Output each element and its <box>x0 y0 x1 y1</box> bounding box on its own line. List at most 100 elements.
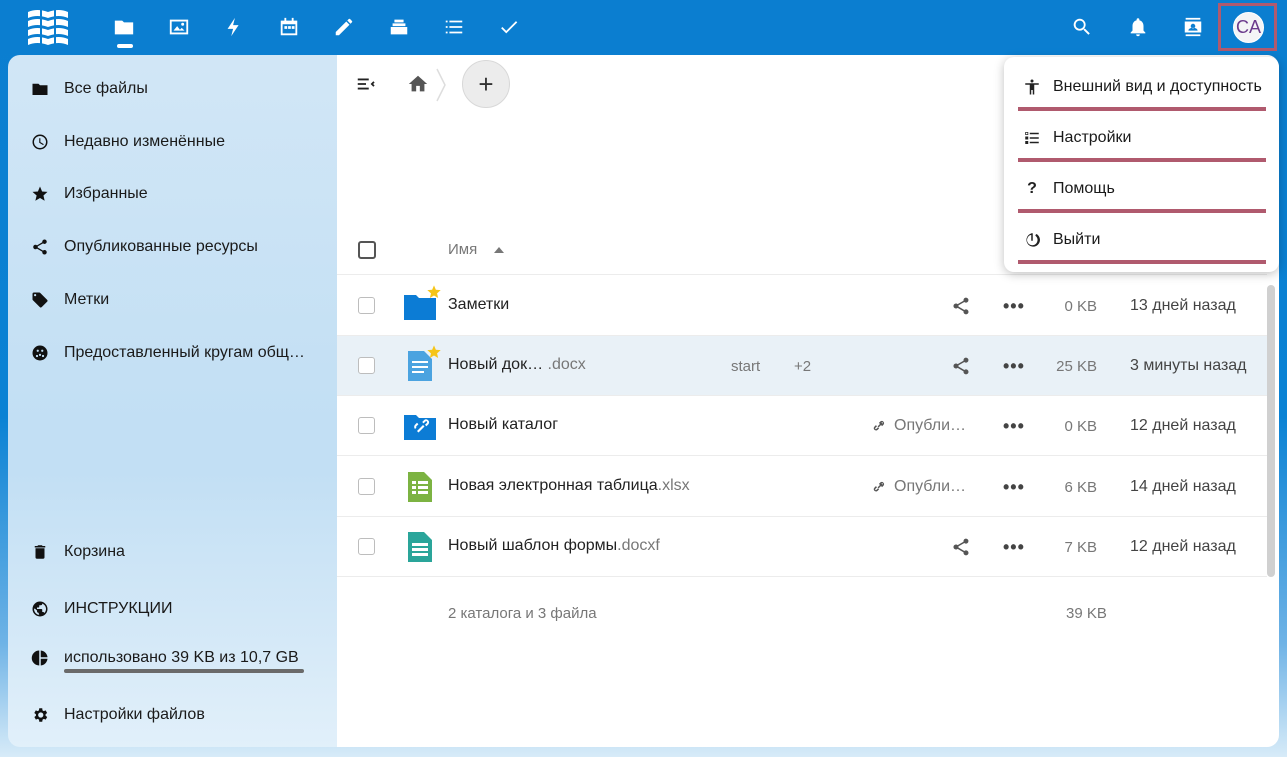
file-name[interactable]: Новый каталог <box>448 416 558 434</box>
contacts-icon[interactable] <box>1180 14 1206 40</box>
breadcrumb-separator <box>436 68 446 102</box>
public-link-share[interactable]: Опубли… <box>870 478 966 496</box>
sidebar-item-tags[interactable]: Метки <box>8 280 337 320</box>
quota-label: использовано 39 KB из 10,7 GB <box>64 649 299 666</box>
sidebar-item-recent[interactable]: Недавно изменённые <box>8 122 337 162</box>
sidebar-item-circles[interactable]: Предоставленный кругам общ… <box>8 333 337 373</box>
sort-ascending-icon <box>494 247 504 253</box>
sidebar-item-all-files[interactable]: Все файлы <box>8 69 337 109</box>
trash-icon <box>30 542 50 562</box>
tag-label[interactable]: start <box>731 358 760 375</box>
share-icon[interactable] <box>951 537 973 559</box>
sidebar-item-favorites[interactable]: Избранные <box>8 174 337 214</box>
avatar[interactable]: CA <box>1233 12 1264 43</box>
sidebar-item-label: Предоставленный кругам общ… <box>64 344 305 361</box>
deck-app-icon[interactable] <box>386 14 412 40</box>
file-name[interactable]: Новый док… .docx <box>448 356 586 374</box>
logo-icon[interactable] <box>26 8 70 50</box>
menu-item-appearance[interactable]: Внешний вид и доступность <box>1018 67 1266 111</box>
sidebar-item-shares[interactable]: Опубликованные ресурсы <box>8 227 337 267</box>
row-checkbox[interactable] <box>358 478 375 495</box>
clock-icon <box>30 132 50 152</box>
menu-item-logout[interactable]: Выйти <box>1018 220 1266 264</box>
spreadsheet-icon <box>408 472 432 502</box>
table-row[interactable]: Новая электронная таблица.xlsx Опубли… •… <box>337 457 1267 517</box>
form-template-icon <box>408 532 432 562</box>
file-size: 0 KB <box>1064 298 1097 315</box>
file-size: 0 KB <box>1064 418 1097 435</box>
avatar-highlight[interactable]: CA <box>1218 3 1277 51</box>
more-actions-icon[interactable]: ••• <box>1003 296 1025 318</box>
notes-app-icon[interactable] <box>331 14 357 40</box>
scrollbar[interactable] <box>1267 285 1275 577</box>
notifications-bell-icon[interactable] <box>1125 14 1151 40</box>
select-all-checkbox[interactable] <box>358 241 376 259</box>
sidebar-item-label: Настройки файлов <box>64 706 205 723</box>
table-row[interactable]: Новый док… .docx start +2 ••• 25 KB 3 ми… <box>337 336 1267 396</box>
new-button[interactable]: + <box>462 60 510 108</box>
accessibility-icon <box>1021 76 1043 98</box>
more-actions-icon[interactable]: ••• <box>1003 416 1025 438</box>
sidebar-item-label: Опубликованные ресурсы <box>64 238 258 255</box>
sidebar-item-label: ИНСТРУКЦИИ <box>64 600 173 617</box>
top-bar: CA <box>0 0 1287 55</box>
public-link-share[interactable]: Опубли… <box>870 417 966 435</box>
quota-progress-bar <box>64 669 304 673</box>
sidebar-item-label: Корзина <box>64 543 125 560</box>
tag-icon <box>30 290 50 310</box>
file-list-summary: 2 каталога и 3 файла <box>448 605 597 622</box>
column-name-header[interactable]: Имя <box>448 241 477 258</box>
sidebar-item-label: Избранные <box>64 185 148 202</box>
search-icon[interactable] <box>1069 14 1095 40</box>
row-checkbox[interactable] <box>358 538 375 555</box>
menu-item-settings[interactable]: Настройки <box>1018 118 1266 162</box>
sidebar-item-label: Все файлы <box>64 80 148 97</box>
menu-item-help[interactable]: ? Помощь <box>1018 169 1266 213</box>
star-icon <box>30 184 50 204</box>
table-row[interactable]: Новый шаблон формы.docxf ••• 7 KB 12 дне… <box>337 517 1267 577</box>
file-name[interactable]: Новый шаблон формы.docxf <box>448 537 660 555</box>
circles-icon <box>30 343 50 363</box>
more-actions-icon[interactable]: ••• <box>1003 477 1025 499</box>
activity-app-icon[interactable] <box>221 14 247 40</box>
more-actions-icon[interactable]: ••• <box>1003 356 1025 378</box>
settings-list-icon <box>1021 127 1043 149</box>
tasks-app-icon[interactable] <box>441 14 467 40</box>
menu-item-label: Настройки <box>1053 129 1132 146</box>
row-checkbox[interactable] <box>358 357 375 374</box>
menu-item-label: Внешний вид и доступность <box>1053 78 1262 95</box>
home-icon[interactable] <box>407 73 429 95</box>
sidebar-item-label: Недавно изменённые <box>64 133 225 150</box>
file-size: 25 KB <box>1056 358 1097 375</box>
photos-app-icon[interactable] <box>166 14 192 40</box>
share-icon[interactable] <box>951 296 973 318</box>
sidebar: Все файлы Недавно изменённые Избранные О… <box>8 55 337 747</box>
sidebar-item-instructions[interactable]: ИНСТРУКЦИИ <box>8 589 337 629</box>
files-app-icon[interactable] <box>111 14 137 40</box>
menu-item-label: Помощь <box>1053 180 1115 197</box>
user-menu: Внешний вид и доступность Настройки ? По… <box>1004 57 1279 272</box>
file-modified: 12 дней назад <box>1130 538 1236 555</box>
sidebar-item-files-settings[interactable]: Настройки файлов <box>8 695 337 735</box>
table-row[interactable]: Новый каталог Опубли… ••• 0 KB 12 дней н… <box>337 396 1267 456</box>
table-row[interactable]: Заметки ••• 0 KB 13 дней назад <box>337 276 1267 336</box>
sidebar-toggle-icon[interactable] <box>355 73 377 95</box>
sidebar-item-trash[interactable]: Корзина <box>8 532 337 572</box>
favorite-star-icon <box>427 345 441 358</box>
calendar-app-icon[interactable] <box>276 14 302 40</box>
gear-icon <box>30 705 50 725</box>
menu-item-label: Выйти <box>1053 231 1101 248</box>
more-actions-icon[interactable]: ••• <box>1003 537 1025 559</box>
file-name[interactable]: Заметки <box>448 296 509 314</box>
checkmark-app-icon[interactable] <box>496 14 522 40</box>
help-icon: ? <box>1027 180 1037 197</box>
share-icon <box>30 237 50 257</box>
file-name[interactable]: Новая электронная таблица.xlsx <box>448 477 690 495</box>
tag-more-count[interactable]: +2 <box>794 358 811 375</box>
share-icon[interactable] <box>951 356 973 378</box>
file-size: 6 KB <box>1064 479 1097 496</box>
row-checkbox[interactable] <box>358 417 375 434</box>
row-checkbox[interactable] <box>358 297 375 314</box>
file-modified: 13 дней назад <box>1130 297 1236 314</box>
file-list-total-size: 39 KB <box>1066 605 1107 622</box>
